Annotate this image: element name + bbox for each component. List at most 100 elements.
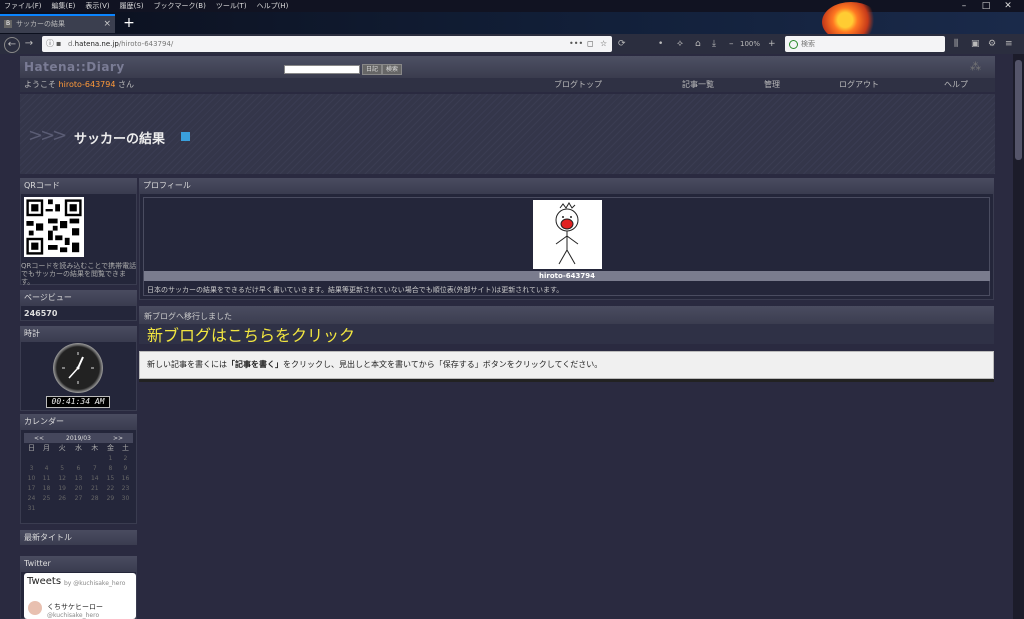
hamburger-menu-icon[interactable]: ≡ bbox=[1005, 37, 1013, 51]
library-icon[interactable]: ⫼ bbox=[954, 37, 958, 51]
calendar-day bbox=[54, 503, 70, 513]
forward-icon[interactable]: → bbox=[22, 37, 36, 51]
calendar-day bbox=[24, 453, 39, 463]
hatena-header bbox=[20, 56, 995, 79]
menu-help[interactable]: ヘルプ(H) bbox=[257, 0, 289, 12]
calendar-day: 30 bbox=[121, 494, 130, 502]
profile-description: 日本のサッカーの結果をできるだけ早く書いていきます。結果等更新されていない場合で… bbox=[147, 286, 564, 294]
zoom-level[interactable]: 100% bbox=[740, 37, 760, 51]
profile-avatar bbox=[533, 200, 602, 269]
calendar-day: 8 bbox=[108, 464, 113, 472]
home-icon[interactable]: ⌂ bbox=[695, 37, 701, 51]
url-bar[interactable]: ⓘ ▪ d.hatena.ne.jp/hiroto-643794/ ••• ◻ … bbox=[42, 36, 612, 52]
calendar-day: 11 bbox=[42, 474, 51, 482]
search-engine-icon bbox=[789, 40, 798, 49]
nav-help[interactable]: ヘルプ bbox=[944, 79, 968, 91]
menu-tools[interactable]: ツール(T) bbox=[216, 0, 247, 12]
search-bar[interactable]: 検索 bbox=[785, 36, 945, 52]
calendar-day: 29 bbox=[106, 494, 115, 502]
settings-gear-icon[interactable]: ⚙ bbox=[988, 37, 996, 51]
twitter-name[interactable]: くちサケヒーロー bbox=[47, 602, 103, 612]
nav-article-list[interactable]: 記事一覧 bbox=[682, 79, 714, 91]
calendar-weekday: 火 bbox=[58, 444, 66, 452]
nav-logout[interactable]: ログアウト bbox=[839, 79, 879, 91]
close-window-button[interactable]: ✕ bbox=[994, 0, 1022, 12]
pocket-icon[interactable]: ◻ bbox=[587, 36, 594, 52]
calendar-day: 3 bbox=[29, 464, 34, 472]
hatena-favicon-icon: B bbox=[4, 20, 12, 28]
calendar-week: 10 11 12 13 14 15 16 bbox=[24, 473, 133, 483]
sidebar-toggle-icon[interactable]: ▣ bbox=[971, 37, 980, 51]
calendar-day: 1 bbox=[108, 454, 113, 462]
tweets-by[interactable]: by @kuchisake_hero bbox=[64, 580, 125, 587]
reload-icon[interactable]: ⟳ bbox=[618, 37, 626, 51]
calendar-day: 12 bbox=[58, 474, 66, 482]
menu-edit[interactable]: 編集(E) bbox=[52, 0, 76, 12]
username-link[interactable]: hiroto-643794 bbox=[59, 80, 116, 89]
calendar-day: 16 bbox=[121, 474, 130, 482]
calendar-prev-button[interactable]: << bbox=[24, 433, 54, 443]
twitter-widget[interactable]: Tweets by @kuchisake_hero くちサケヒーロー @kuch… bbox=[24, 573, 136, 619]
clock-heading: 時計 bbox=[20, 326, 137, 341]
calendar-day bbox=[39, 503, 54, 513]
lock-icon: ▪ bbox=[56, 39, 62, 48]
back-icon[interactable]: ← bbox=[4, 37, 20, 53]
browser-tab[interactable]: B サッカーの結果 × bbox=[0, 14, 115, 33]
tab-close-icon[interactable]: × bbox=[103, 16, 111, 33]
calendar-heading: カレンダー bbox=[20, 414, 137, 429]
move-note: 新ブログへ移行しました bbox=[144, 312, 232, 321]
tweets-label: Tweets bbox=[27, 576, 62, 587]
bookmark-star-icon[interactable]: ☆ bbox=[600, 36, 607, 52]
calendar-day: 25 bbox=[42, 494, 51, 502]
menu-file[interactable]: ファイル(F) bbox=[4, 0, 42, 12]
search-placeholder: 検索 bbox=[801, 40, 815, 48]
new-tab-button[interactable]: + bbox=[121, 14, 137, 32]
calendar-day: 27 bbox=[74, 494, 83, 502]
calendar-day: 10 bbox=[27, 474, 36, 482]
write-article-notice: 新しい記事を書くには「記事を書く」をクリックし、見出しと本文を書いてから「保存す… bbox=[139, 351, 994, 379]
hatena-logo[interactable]: Hatena::Diary bbox=[24, 60, 125, 74]
menu-view[interactable]: 表示(V) bbox=[85, 0, 109, 12]
scrollbar-thumb[interactable] bbox=[1015, 60, 1022, 160]
menu-history[interactable]: 履歴(S) bbox=[120, 0, 144, 12]
calendar-weekday: 月 bbox=[43, 444, 50, 452]
calendar-week: 31 bbox=[24, 503, 133, 513]
zoom-out-icon[interactable]: – bbox=[729, 37, 734, 51]
addon-icon[interactable]: ⟡ bbox=[677, 37, 683, 51]
calendar-day: 14 bbox=[90, 474, 99, 482]
more-icon[interactable]: ••• bbox=[569, 36, 583, 52]
hatena-star-icon: ⁂ bbox=[970, 60, 981, 73]
blog-title[interactable]: サッカーの結果 bbox=[74, 128, 165, 147]
calendar-day bbox=[39, 453, 54, 463]
info-icon[interactable]: ⓘ bbox=[46, 36, 54, 52]
menu-bookmarks[interactable]: ブックマーク(B) bbox=[154, 0, 206, 12]
new-blog-link[interactable]: 新ブログはこちらをクリック bbox=[147, 322, 355, 346]
profile-name: hiroto-643794 bbox=[144, 271, 990, 281]
zoom-in-icon[interactable]: + bbox=[768, 37, 776, 51]
calendar-table: << 2019/03 >> 日月火水木金土 1 2 3 4 5 6 7 8 9 10 11 12 13 1… bbox=[24, 433, 133, 513]
calendar-next-button[interactable]: >> bbox=[102, 433, 133, 443]
calendar-day: 15 bbox=[106, 474, 115, 482]
addon-dot-icon[interactable]: • bbox=[658, 37, 663, 51]
calendar-week: 3 4 5 6 7 8 9 bbox=[24, 463, 133, 473]
write-article-link[interactable]: 「記事を書く」 bbox=[227, 360, 283, 369]
calendar-weekday: 木 bbox=[91, 444, 99, 452]
calendar-month[interactable]: 2019/03 bbox=[54, 433, 103, 443]
edit-title-icon[interactable] bbox=[181, 132, 190, 141]
digital-clock: 00:41:34 AM bbox=[46, 396, 110, 408]
diary-search-button[interactable]: 日記 bbox=[362, 64, 383, 75]
hatena-search-input[interactable] bbox=[284, 65, 360, 74]
twitter-handle[interactable]: @kuchisake_hero bbox=[47, 612, 99, 619]
profile-heading: プロフィール bbox=[139, 178, 994, 193]
download-icon[interactable]: ⤓ bbox=[712, 37, 716, 51]
calendar-week: 24 25 26 27 28 29 30 bbox=[24, 493, 133, 503]
url-text: d.hatena.ne.jp/hiroto-643794/ bbox=[68, 40, 174, 48]
tab-title: サッカーの結果 bbox=[16, 20, 65, 28]
twitter-avatar[interactable] bbox=[28, 601, 42, 615]
search-button[interactable]: 検索 bbox=[382, 64, 403, 75]
calendar-day: 26 bbox=[58, 494, 66, 502]
nav-admin[interactable]: 管理 bbox=[764, 79, 780, 91]
nav-blog-top[interactable]: ブログトップ bbox=[554, 79, 602, 91]
welcome-text: ようこそ hiroto-643794 さん bbox=[24, 80, 134, 89]
calendar-weekday: 水 bbox=[74, 444, 82, 452]
